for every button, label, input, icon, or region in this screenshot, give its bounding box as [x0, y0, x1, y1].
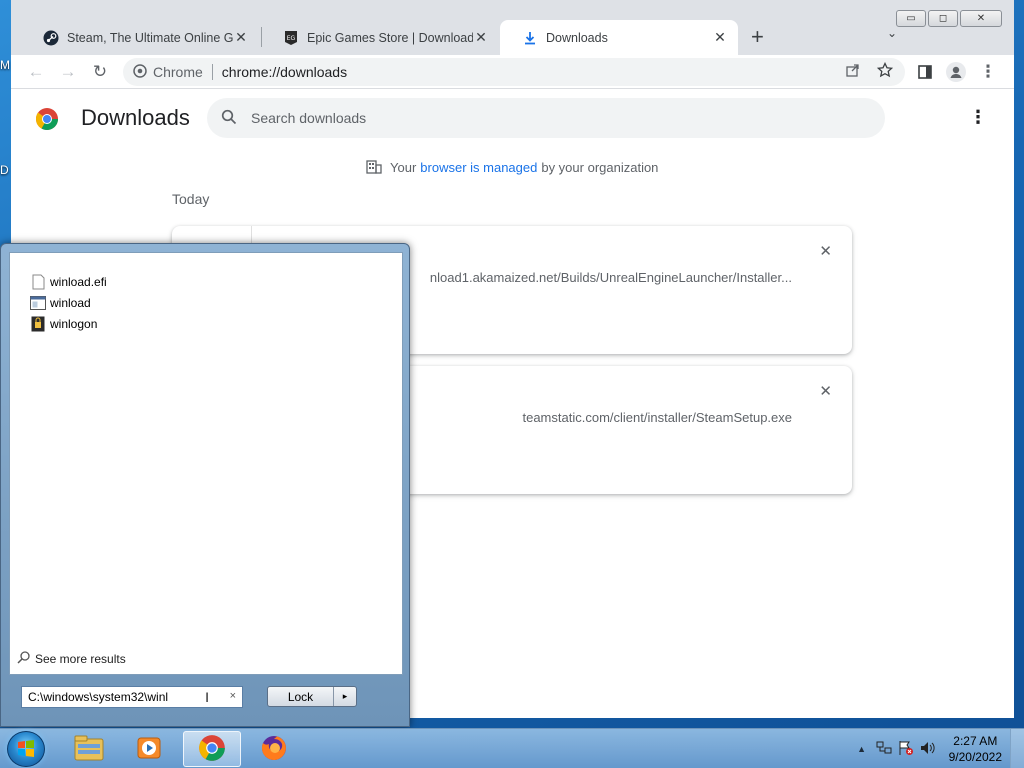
managed-prefix: Your [390, 160, 417, 175]
file-icon [30, 274, 46, 290]
chrome-page-icon [133, 63, 147, 81]
side-panel-icon[interactable] [913, 60, 937, 84]
chrome-logo-icon [35, 107, 59, 131]
shutdown-options-arrow-icon[interactable]: ▸ [334, 687, 356, 706]
explorer-taskbar-button[interactable] [60, 731, 118, 767]
start-search-box[interactable]: I × [21, 686, 243, 708]
winlogon-icon [30, 316, 46, 332]
building-icon [366, 158, 382, 177]
network-icon[interactable] [875, 741, 893, 758]
managed-notice: Your browser is managed by your organiza… [366, 158, 658, 177]
profile-avatar-icon[interactable] [944, 60, 968, 84]
windows-logo-icon [16, 738, 36, 761]
remove-download-icon[interactable]: ✕ [819, 382, 832, 400]
forward-button[interactable]: → [56, 60, 80, 84]
browser-toolbar: ← → ↻ Chrome chrome://downloads ⋮ [11, 55, 1014, 89]
media-player-taskbar-button[interactable] [120, 731, 178, 767]
epic-icon: EG [283, 30, 299, 46]
site-label: Chrome [153, 64, 203, 80]
steam-icon [43, 30, 59, 46]
firefox-icon [260, 734, 288, 765]
window-icon [30, 295, 46, 311]
search-icon [221, 109, 237, 128]
see-more-label: See more results [35, 651, 126, 666]
media-player-icon [136, 735, 162, 764]
clear-search-icon[interactable]: × [230, 690, 236, 702]
address-bar[interactable]: Chrome chrome://downloads [123, 58, 905, 86]
firefox-taskbar-button[interactable] [245, 731, 303, 767]
desktop-icon-label-sliver: D [0, 163, 9, 177]
omnibox-divider [211, 64, 213, 80]
tab-steam[interactable]: Steam, The Ultimate Online Game Platform… [21, 20, 259, 55]
tab-strip: ▭ ◻ ✕ Steam, The Ultimate Online Game Pl… [11, 0, 1014, 55]
date-section-heading: Today [172, 191, 210, 207]
volume-icon[interactable] [919, 741, 937, 758]
new-tab-button[interactable]: + [751, 24, 764, 50]
chrome-icon [198, 734, 226, 765]
chrome-taskbar-button[interactable] [183, 731, 241, 767]
window-controls: ▭ ◻ ✕ [896, 10, 1002, 27]
clock[interactable]: 2:27 AM 9/20/2022 [949, 733, 1002, 765]
bookmark-star-icon[interactable] [876, 61, 894, 82]
system-tray: ▲ 2:27 AM 9/20/2022 [851, 729, 1024, 768]
downloads-header: Downloads ⋮ [11, 90, 1014, 146]
result-label: winload.efi [50, 275, 107, 289]
share-icon[interactable] [845, 62, 861, 82]
tab-title: Downloads [546, 30, 608, 45]
tab-downloads[interactable]: Downloads ✕ [500, 20, 738, 55]
minimize-button[interactable]: ▭ [896, 10, 926, 27]
search-input[interactable] [251, 110, 851, 126]
svg-text:EG: EG [287, 35, 296, 42]
result-winload-efi[interactable]: winload.efi [30, 274, 107, 290]
url-text[interactable]: chrome://downloads [222, 64, 347, 80]
managed-suffix: by your organization [541, 160, 659, 175]
back-button[interactable]: ← [24, 60, 48, 84]
clock-date: 9/20/2022 [948, 750, 1002, 764]
downloads-menu-icon[interactable]: ⋮ [969, 107, 987, 128]
search-results-panel: winload.efi winload winlogon [9, 252, 403, 675]
reload-button[interactable]: ↻ [88, 60, 112, 84]
download-icon [522, 30, 538, 46]
tab-search-button[interactable]: ⌄ [887, 26, 897, 40]
clock-time: 2:27 AM [953, 734, 998, 748]
result-label: winload [50, 296, 91, 310]
close-tab-icon[interactable]: ✕ [233, 29, 249, 46]
show-desktop-button[interactable] [1010, 729, 1024, 768]
maximize-button[interactable]: ◻ [928, 10, 958, 27]
result-winlogon[interactable]: winlogon [30, 316, 97, 332]
browser-menu-icon[interactable]: ⋮ [976, 60, 1000, 84]
magnifier-icon [17, 650, 31, 667]
downloads-search[interactable] [207, 98, 885, 138]
explorer-icon [74, 735, 104, 764]
close-tab-icon[interactable]: ✕ [712, 29, 728, 46]
action-center-flag-icon[interactable] [897, 740, 915, 759]
tab-title: Epic Games Store | Download & Play [307, 30, 473, 45]
taskbar: ▲ 2:27 AM 9/20/2022 [0, 728, 1024, 768]
text-cursor-icon: I [205, 689, 209, 705]
start-button[interactable] [7, 731, 45, 767]
remove-download-icon[interactable]: ✕ [819, 242, 832, 260]
see-more-results-link[interactable]: See more results [17, 650, 126, 667]
tab-epic[interactable]: EG Epic Games Store | Download & Play ✕ [261, 20, 499, 55]
lock-label[interactable]: Lock [268, 687, 334, 706]
start-menu: winload.efi winload winlogon See more re… [0, 243, 410, 727]
desktop-icon-label-sliver: M [0, 58, 10, 72]
show-hidden-icons-arrow[interactable]: ▲ [853, 744, 871, 754]
page-title: Downloads [81, 105, 190, 130]
close-tab-icon[interactable]: ✕ [473, 29, 489, 46]
lock-button[interactable]: Lock ▸ [267, 686, 357, 707]
managed-link[interactable]: browser is managed [420, 160, 537, 175]
result-winload[interactable]: winload [30, 295, 91, 311]
close-window-button[interactable]: ✕ [960, 10, 1002, 27]
result-label: winlogon [50, 317, 98, 331]
start-search-input[interactable] [28, 690, 208, 704]
tab-title: Steam, The Ultimate Online Game Platform [67, 30, 233, 45]
